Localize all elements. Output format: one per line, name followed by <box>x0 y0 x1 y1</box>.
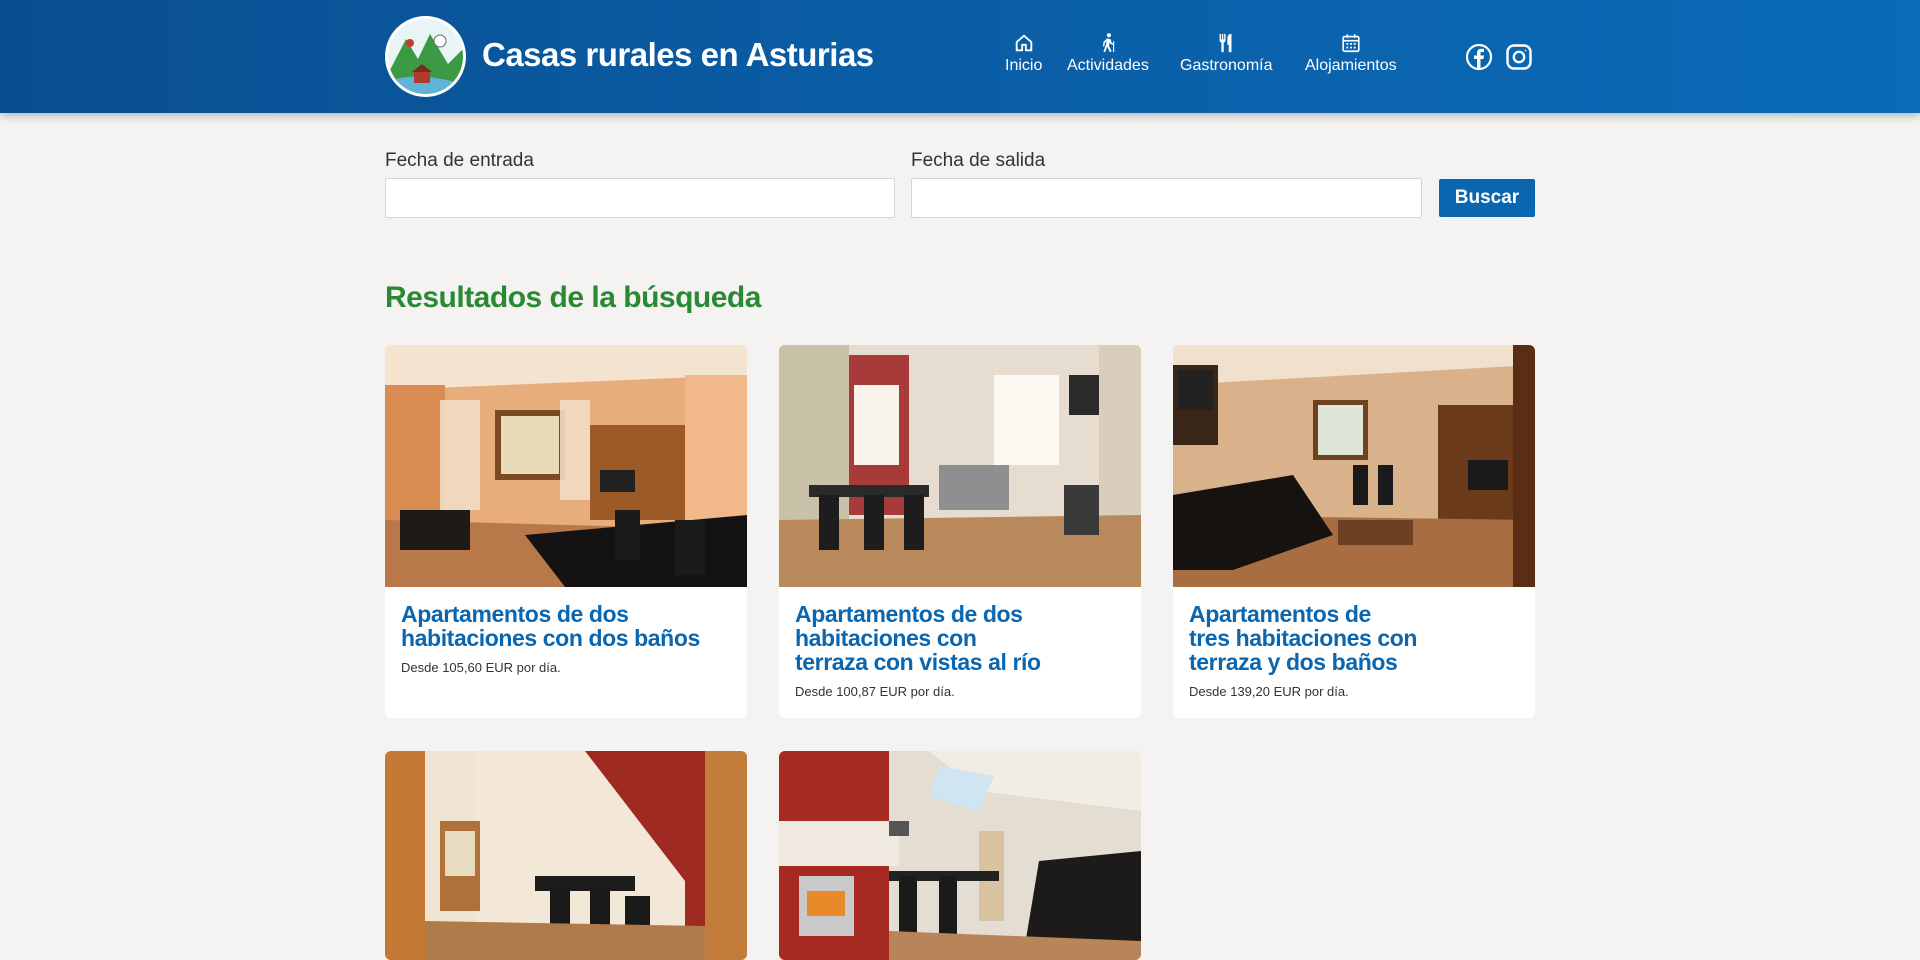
calendar-icon <box>1342 34 1360 53</box>
card-price: Desde 139,20 EUR por día. <box>1189 684 1349 699</box>
accommodation-card[interactable]: Apartamentos de dos habitaciones con dos… <box>385 345 747 718</box>
nav-item-actividades[interactable]: Actividades <box>1067 32 1149 75</box>
apartment-photo[interactable] <box>779 345 1141 587</box>
nav-label: Inicio <box>1005 57 1043 74</box>
checkin-date-input[interactable] <box>385 178 895 218</box>
site-logo[interactable] <box>385 16 466 97</box>
card-title[interactable]: Apartamentos de dos habitaciones con ter… <box>795 602 1125 674</box>
accommodation-card[interactable]: Apartamentos de tres habitaciones con te… <box>1173 345 1535 718</box>
apartment-photo[interactable] <box>385 345 747 587</box>
apartment-photo[interactable] <box>1173 345 1535 587</box>
card-price: Desde 105,60 EUR por día. <box>401 660 561 675</box>
instagram-link[interactable] <box>1505 43 1533 71</box>
checkin-label: Fecha de entrada <box>385 150 534 171</box>
home-icon <box>1015 34 1032 52</box>
apartment-photo[interactable] <box>779 751 1141 960</box>
site-title[interactable]: Casas rurales en Asturias <box>482 36 874 74</box>
utensils-icon <box>1219 33 1232 53</box>
nav-item-gastronomia[interactable]: Gastronomía <box>1180 32 1272 75</box>
nav-label: Gastronomía <box>1180 57 1273 74</box>
nav-label: Alojamientos <box>1305 57 1397 74</box>
card-title[interactable]: Apartamentos de tres habitaciones con te… <box>1189 602 1519 674</box>
results-title: Resultados de la búsqueda <box>385 281 761 314</box>
nav-item-alojamientos[interactable]: Alojamientos <box>1305 32 1397 75</box>
nav-item-inicio[interactable]: Inicio <box>1005 32 1042 75</box>
facebook-icon <box>1465 43 1493 71</box>
card-title[interactable]: Apartamentos de dos habitaciones con dos… <box>401 602 731 650</box>
accommodation-card[interactable] <box>385 751 747 960</box>
site-header: Casas rurales en Asturias Inicio Activid… <box>0 0 1920 113</box>
facebook-link[interactable] <box>1465 43 1493 71</box>
nav-label: Actividades <box>1067 57 1149 74</box>
instagram-icon <box>1506 44 1532 70</box>
apartment-photo[interactable] <box>385 751 747 960</box>
checkout-date-input[interactable] <box>911 178 1422 218</box>
hiking-icon <box>1102 33 1115 53</box>
card-price: Desde 100,87 EUR por día. <box>795 684 955 699</box>
search-button[interactable]: Buscar <box>1439 179 1535 217</box>
checkout-label: Fecha de salida <box>911 150 1046 171</box>
accommodation-card[interactable] <box>779 751 1141 960</box>
accommodation-card[interactable]: Apartamentos de dos habitaciones con ter… <box>779 345 1141 718</box>
